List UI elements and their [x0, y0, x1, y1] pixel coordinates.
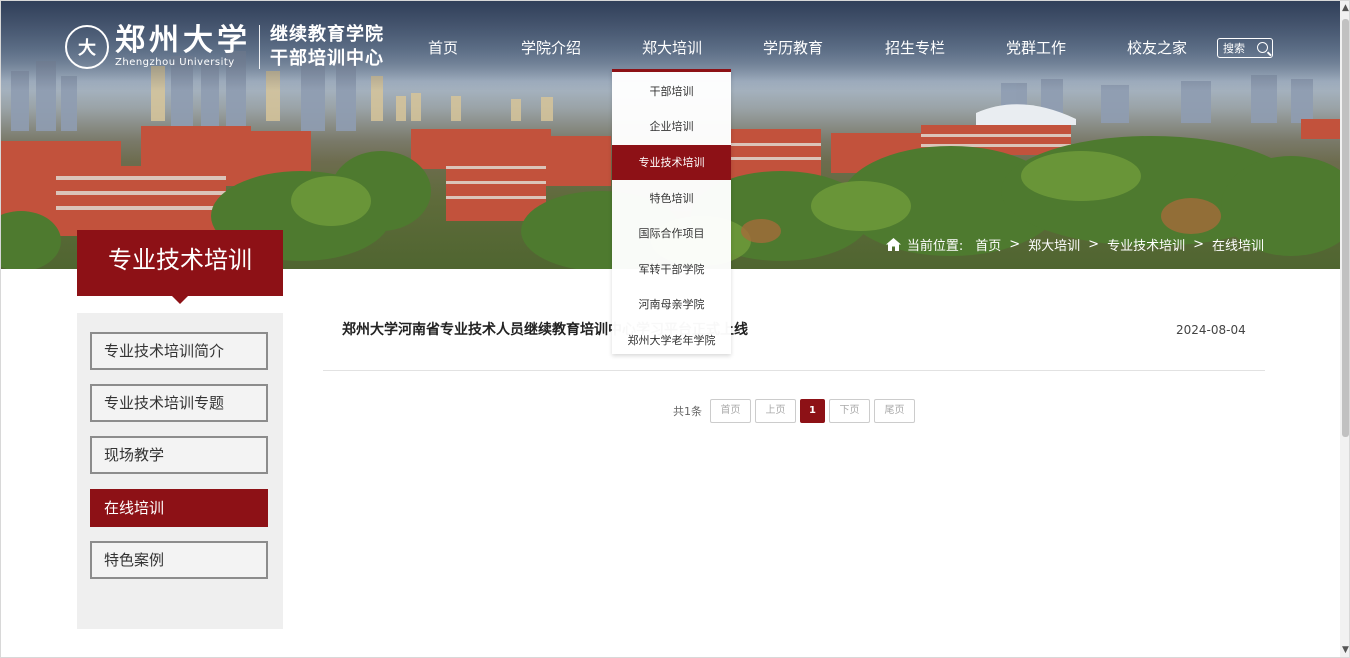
university-name-cn: 郑州大学	[115, 23, 251, 58]
breadcrumb-home[interactable]: 首页	[975, 235, 1001, 254]
article-date: 2024-08-04	[1176, 323, 1246, 337]
breadcrumb-separator: >	[1193, 237, 1204, 252]
scroll-up-icon[interactable]: ▲	[1342, 3, 1349, 13]
dropdown-item-mothers[interactable]: 河南母亲学院	[612, 287, 731, 322]
nav-item-admissions[interactable]: 招生专栏	[885, 37, 945, 58]
nav-item-degree[interactable]: 学历教育	[763, 37, 823, 58]
nav-item-home[interactable]: 首页	[428, 37, 458, 58]
dropdown-item-featured[interactable]: 特色培训	[612, 181, 731, 216]
dropdown-item-professional[interactable]: 专业技术培训	[612, 145, 731, 180]
college-line1: 继续教育学院	[270, 24, 384, 45]
nav-item-training[interactable]: 郑大培训	[642, 37, 702, 58]
breadcrumb-training[interactable]: 郑大培训	[1028, 235, 1080, 254]
logo[interactable]: 大 郑州大学 Zhengzhou University 继续教育学院 干部培训中…	[65, 23, 384, 71]
breadcrumb-online[interactable]: 在线培训	[1212, 235, 1264, 254]
vertical-scrollbar[interactable]: ▲ ▼	[1340, 1, 1349, 657]
dropdown-item-international[interactable]: 国际合作项目	[612, 216, 731, 251]
pagination: 共1条 首页 上页 1 下页 尾页	[673, 399, 915, 423]
scrollbar-thumb[interactable]	[1342, 19, 1349, 437]
page-first-button[interactable]: 首页	[710, 399, 751, 423]
breadcrumb-separator: >	[1009, 237, 1021, 252]
page-current-button[interactable]: 1	[800, 399, 825, 423]
page-next-button[interactable]: 下页	[829, 399, 870, 423]
nav-item-alumni[interactable]: 校友之家	[1127, 37, 1187, 58]
dropdown-item-military[interactable]: 军转干部学院	[612, 252, 731, 287]
breadcrumb-prefix: 当前位置:	[906, 239, 964, 254]
sidebar-item-online[interactable]: 在线培训	[90, 489, 268, 527]
breadcrumb: 当前位置: 首页 > 郑大培训 > 专业技术培训 > 在线培训	[885, 235, 1264, 254]
training-dropdown-menu: 干部培训 企业培训 专业技术培训 特色培训 国际合作项目 军转干部学院 河南母亲…	[612, 69, 731, 354]
nav-item-party[interactable]: 党群工作	[1006, 37, 1066, 58]
sidebar-item-intro[interactable]: 专业技术培训简介	[90, 332, 268, 370]
article-divider	[323, 370, 1265, 371]
page: 大 郑州大学 Zhengzhou University 继续教育学院 干部培训中…	[0, 0, 1350, 658]
search-icon	[1257, 42, 1268, 53]
sidebar-title: 专业技术培训	[77, 230, 283, 304]
nav-item-about[interactable]: 学院介绍	[521, 37, 581, 58]
sidebar-panel: 专业技术培训简介 专业技术培训专题 现场教学 在线培训 特色案例	[77, 313, 283, 629]
sidebar-item-topics[interactable]: 专业技术培训专题	[90, 384, 268, 422]
breadcrumb-professional[interactable]: 专业技术培训	[1107, 235, 1185, 254]
scroll-down-icon[interactable]: ▼	[1342, 645, 1349, 655]
college-name: 继续教育学院 干部培训中心	[270, 23, 384, 71]
college-line2: 干部培训中心	[270, 48, 384, 69]
breadcrumb-separator: >	[1088, 237, 1100, 252]
search-button[interactable]: 搜索	[1217, 38, 1273, 58]
logo-divider	[259, 25, 260, 69]
university-emblem-icon: 大	[65, 25, 109, 69]
dropdown-item-cadre[interactable]: 干部培训	[612, 74, 731, 109]
home-icon	[885, 238, 901, 251]
page-last-button[interactable]: 尾页	[874, 399, 915, 423]
dropdown-item-elderly[interactable]: 郑州大学老年学院	[612, 323, 731, 358]
page-prev-button[interactable]: 上页	[755, 399, 796, 423]
university-name: 郑州大学 Zhengzhou University	[115, 25, 251, 69]
dropdown-item-enterprise[interactable]: 企业培训	[612, 109, 731, 144]
search-label: 搜索	[1223, 42, 1245, 55]
university-name-en: Zhengzhou University	[115, 57, 235, 68]
sidebar-item-cases[interactable]: 特色案例	[90, 541, 268, 579]
sidebar-item-onsite[interactable]: 现场教学	[90, 436, 268, 474]
pagination-total: 共1条	[673, 405, 702, 418]
